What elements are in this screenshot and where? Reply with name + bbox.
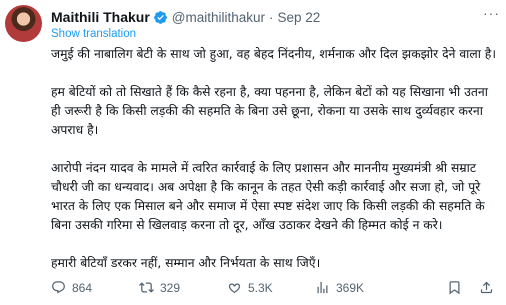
- tweet-paragraph: हमारी बेटियाँ डरकर नहीं, सम्मान और निर्भ…: [51, 256, 321, 270]
- reply-count: 864: [72, 280, 93, 295]
- action-bar: 864 329 5.3K 369K: [51, 280, 501, 300]
- views-button[interactable]: 369K: [315, 280, 364, 295]
- like-count: 5.3K: [248, 280, 273, 295]
- header-separator: ·: [269, 9, 274, 25]
- heart-icon: [228, 283, 241, 294]
- views-chart-icon: [317, 281, 328, 294]
- author-handle[interactable]: @maithilithakur: [172, 10, 265, 25]
- show-translation-link[interactable]: Show translation: [51, 28, 136, 40]
- tweet-header: Maithili Thakur @maithilithakur · Sep 22: [51, 7, 320, 27]
- repost-count: 329: [160, 280, 181, 295]
- tweet-text: जमुई की नाबालिग बेटी के साथ जो हुआ, वह ब…: [51, 45, 501, 273]
- repost-icon: [139, 282, 154, 293]
- repost-button[interactable]: 329: [139, 280, 180, 295]
- bookmark-icon[interactable]: [447, 280, 462, 299]
- view-count: 369K: [336, 280, 365, 295]
- reply-icon: [52, 281, 65, 294]
- tweet-date[interactable]: Sep 22: [278, 10, 321, 25]
- verified-badge-icon: [153, 10, 168, 25]
- like-button[interactable]: 5.3K: [227, 280, 273, 295]
- share-icon[interactable]: [479, 280, 494, 299]
- tweet-paragraph: हम बेटियों को तो सिखाते हैं कि कैसे रहना…: [51, 85, 488, 137]
- tweet-paragraph: आरोपी नंदन यादव के मामले में त्वरित कार्…: [51, 161, 485, 232]
- avatar[interactable]: [5, 5, 42, 42]
- tweet-card[interactable]: Maithili Thakur @maithilithakur · Sep 22…: [0, 0, 506, 305]
- more-options-icon[interactable]: ···: [483, 6, 500, 20]
- tweet-paragraph: जमुई की नाबालिग बेटी के साथ जो हुआ, वह ब…: [51, 47, 496, 61]
- reply-button[interactable]: 864: [51, 280, 92, 295]
- author-name[interactable]: Maithili Thakur: [51, 9, 150, 25]
